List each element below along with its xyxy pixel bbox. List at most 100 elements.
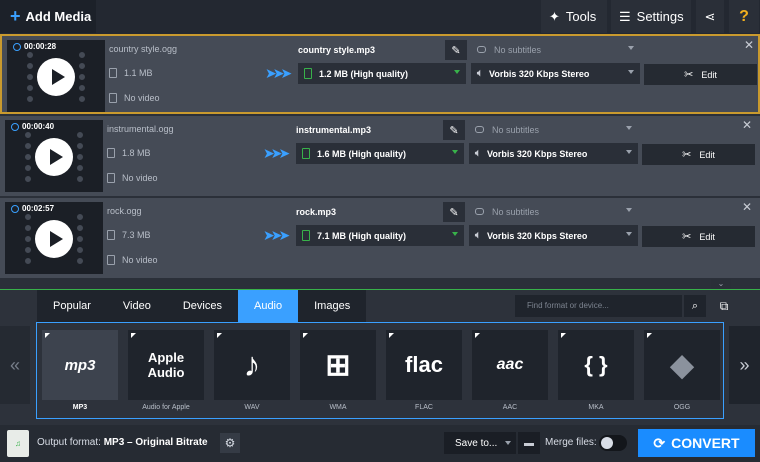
tab-video[interactable]: Video [106,290,167,322]
scroll-right-button[interactable]: » [729,326,760,404]
format-flac[interactable]: flac FLAC [386,330,462,415]
format-label: WAV [244,404,260,411]
convert-label: CONVERT [671,435,740,451]
rename-button[interactable]: ✎ [443,202,465,222]
edit-button[interactable]: ✂ Edit [642,144,755,165]
subtitles-dropdown[interactable]: No subtitles [471,39,640,60]
format-label: FLAC [415,404,433,411]
settings-button[interactable]: ☰ Settings [611,0,691,33]
edit-button[interactable]: ✂ Edit [642,226,755,247]
format-search-input[interactable]: Find format or device... [515,295,682,317]
format-wav[interactable]: ♪ WAV [214,330,290,415]
arrow-right-icon: ➤➤➤ [265,65,292,81]
file-row[interactable]: 00:00:40 instrumental.ogg 1.8 MB No vide… [0,116,760,196]
duration: 00:02:57 [22,204,55,213]
save-to-label: Save to... [455,437,498,449]
open-folder-button[interactable]: ▬ [518,432,540,454]
status-bar: ♫ Output format: MP3 – Original Bitrate … [0,425,760,462]
play-button[interactable] [35,138,73,176]
format-ogg[interactable]: ◆ OGG [644,330,720,415]
format-mp3[interactable]: mp3 MP3 [42,330,118,415]
save-to-dropdown[interactable]: Save to... [444,432,516,454]
video-icon [107,173,115,183]
clock-icon [11,122,19,131]
subtitles-value: No subtitles [492,124,540,135]
tab-popular[interactable]: Popular [37,290,107,322]
folder-icon: ▬ [524,437,534,449]
output-file-name[interactable]: country style.mp3 [298,42,442,59]
edit-label: Edit [699,149,715,160]
help-button[interactable]: ? [729,0,759,33]
play-button[interactable] [37,58,75,96]
chevron-down-icon [454,70,460,74]
help-icon: ? [739,7,749,25]
rename-button[interactable]: ✎ [443,120,465,140]
source-file-name: instrumental.ogg [107,124,174,134]
scroll-left-button[interactable]: « [0,326,30,404]
subtitles-dropdown[interactable]: No subtitles [469,119,638,140]
close-icon[interactable]: ✕ [742,200,752,214]
format-aac[interactable]: aac AAC [472,330,548,415]
chevron-down-icon [626,208,632,212]
scissors-icon: ✂ [682,149,692,161]
add-media-button[interactable]: + Add Media [0,0,96,33]
output-format: Output format: MP3 – Original Bitrate [37,437,208,448]
tab-devices[interactable]: Devices [166,290,238,322]
collapse-panel-button[interactable]: ⌄ [711,279,731,289]
edit-button[interactable]: ✂ Edit [644,64,757,85]
output-format-value: MP3 – Original Bitrate [103,437,208,448]
source-file-name: country style.ogg [109,44,178,54]
add-media-label: Add Media [25,9,92,24]
convert-button[interactable]: ⟳ CONVERT [638,429,755,457]
speech-bubble-icon [475,208,484,215]
chevron-down-icon [452,150,458,154]
format-grid: mp3 MP3 Apple Audio Audio for Apple ♪ WA… [36,322,724,419]
detect-device-button[interactable]: ⧉ [712,295,736,317]
format-mka[interactable]: { } MKA [558,330,634,415]
format-apple-audio[interactable]: Apple Audio Audio for Apple [128,330,204,415]
subtitles-value: No subtitles [492,206,540,217]
pencil-icon: ✎ [449,124,459,137]
share-button[interactable]: ⋖ [696,0,724,33]
duration: 00:00:40 [22,122,55,131]
tile-text: aac [496,356,524,373]
close-icon[interactable]: ✕ [744,38,754,52]
output-size-dropdown[interactable]: 1.2 MB (High quality) [298,63,466,84]
tab-audio[interactable]: Audio [237,290,299,322]
chevron-down-icon [626,126,632,130]
format-wma[interactable]: ⊞ WMA [300,330,376,415]
audio-track-dropdown[interactable]: 🔈︎ Vorbis 320 Kbps Stereo [471,63,640,84]
subtitles-dropdown[interactable]: No subtitles [469,201,638,222]
aac-icon: aac [472,330,548,400]
arrow-right-icon: ➤➤➤ [263,145,290,161]
pencil-icon: ✎ [451,44,461,57]
format-settings-button[interactable]: ⚙ [220,433,240,453]
output-file-name[interactable]: rock.mp3 [296,204,440,221]
file-icon [304,68,312,79]
apple-audio-icon: Apple Audio [128,330,204,400]
rename-button[interactable]: ✎ [445,40,467,60]
file-row[interactable]: 00:00:28 country style.ogg 1.1 MB No vid… [0,34,760,114]
output-format-icon: ♫ [7,430,29,457]
audio-track-dropdown[interactable]: 🔈︎ Vorbis 320 Kbps Stereo [469,143,638,164]
chevron-down-icon: ⌄ [717,279,725,288]
tools-button[interactable]: ✦ Tools [541,0,607,33]
tile-text: mp3 [64,356,96,374]
audio-track-dropdown[interactable]: 🔈︎ Vorbis 320 Kbps Stereo [469,225,638,246]
output-format-label: Output format: [37,437,101,448]
merge-files-label: Merge files: [545,437,597,448]
output-size-dropdown[interactable]: 7.1 MB (High quality) [296,225,464,246]
close-icon[interactable]: ✕ [742,118,752,132]
merge-files-toggle[interactable] [599,435,627,451]
output-file-name[interactable]: instrumental.mp3 [296,122,440,139]
speaker-icon: 🔈︎ [477,68,483,79]
output-size-dropdown[interactable]: 1.6 MB (High quality) [296,143,464,164]
source-size: 7.3 MB [122,230,151,240]
output-size-value: 7.1 MB (High quality) [317,230,407,241]
file-row[interactable]: 00:02:57 rock.ogg 7.3 MB No video ➤➤➤ ro… [0,198,760,278]
windows-icon: ⊞ [300,330,376,400]
share-icon: ⋖ [704,8,716,24]
play-button[interactable] [35,220,73,258]
search-button[interactable]: ⌕ [684,295,706,317]
tab-images[interactable]: Images [298,290,367,322]
